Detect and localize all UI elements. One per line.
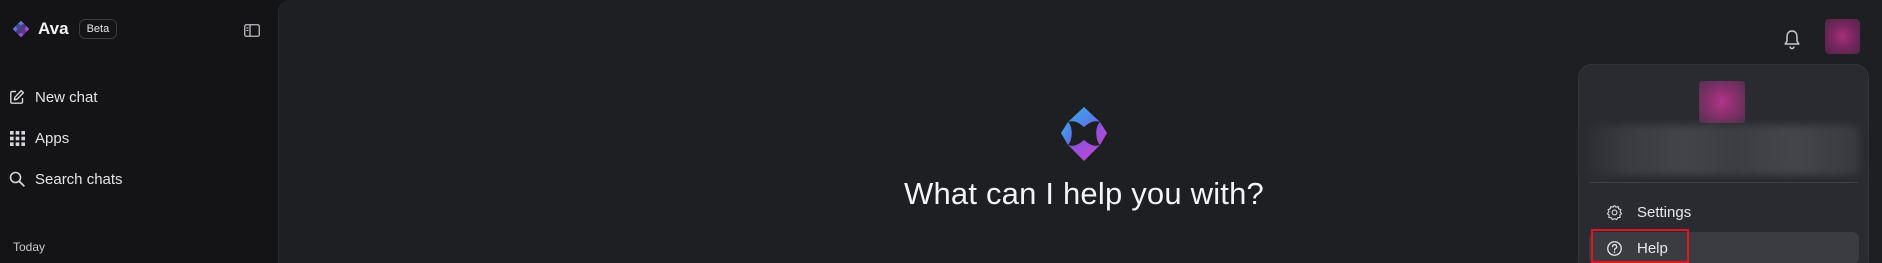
menu-divider <box>1589 182 1859 183</box>
ava-logo-icon <box>1061 107 1107 161</box>
grid-icon <box>8 129 26 147</box>
sidebar-item-new-chat[interactable]: New chat <box>8 83 98 111</box>
brand[interactable]: Ava Beta <box>12 17 118 41</box>
menu-item-help[interactable]: Help <box>1589 232 1859 263</box>
menu-item-label: Settings <box>1637 203 1692 221</box>
gear-icon <box>1605 203 1623 221</box>
menu-avatar <box>1699 81 1745 123</box>
beta-badge: Beta <box>78 19 118 39</box>
sidebar-item-label: Search chats <box>35 170 123 188</box>
ava-logo-icon <box>12 20 30 38</box>
help-circle-icon <box>1605 239 1623 257</box>
sidebar-item-apps[interactable]: Apps <box>8 124 69 152</box>
section-label-today: Today <box>13 240 46 254</box>
sidebar-toggle-icon[interactable] <box>243 22 261 38</box>
user-info-redacted <box>1589 125 1859 175</box>
user-avatar-button[interactable] <box>1825 19 1860 54</box>
sidebar-item-search-chats[interactable]: Search chats <box>8 165 123 193</box>
edit-icon <box>8 88 26 106</box>
sidebar-item-label: Apps <box>35 129 70 147</box>
search-icon <box>8 170 26 188</box>
brand-name: Ava <box>38 19 69 38</box>
sidebar: Ava Beta New chat Apps Search chats Toda… <box>0 0 278 263</box>
user-menu: Settings Help <box>1578 64 1869 263</box>
sidebar-item-label: New chat <box>35 88 98 106</box>
menu-item-label: Help <box>1637 239 1668 257</box>
greeting-heading: What can I help you with? <box>904 176 1264 211</box>
menu-item-settings[interactable]: Settings <box>1589 196 1859 228</box>
bell-icon[interactable] <box>1782 28 1802 50</box>
